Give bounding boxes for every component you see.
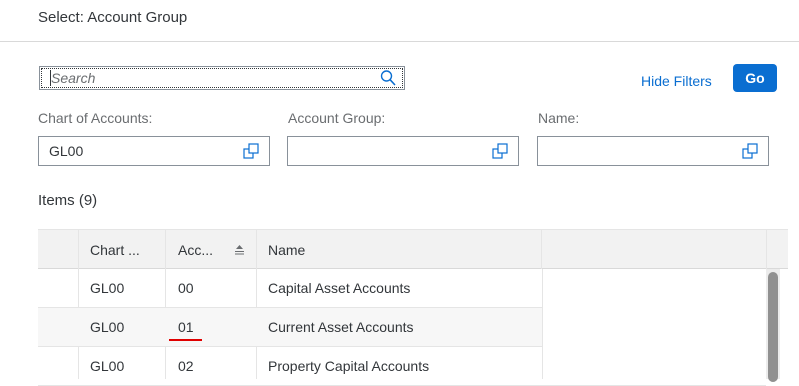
dialog-header: Select: Account Group [0,0,799,42]
account-group-field[interactable] [287,136,519,166]
cell-chart: GL00 [90,319,125,335]
filter-label-name: Name: [538,110,580,126]
filter-label-account-group: Account Group: [288,110,386,126]
items-count-title: Items (9) [38,192,98,209]
empty-column-area [542,269,767,379]
items-table: Chart ... Acc... Name GL00 00 Capital As… [38,229,789,386]
name-field[interactable] [537,136,769,166]
cell-account-group: 02 [178,358,194,374]
cell-chart: GL00 [90,358,125,374]
cell-name: Capital Asset Accounts [268,280,411,296]
go-button[interactable]: Go [733,64,777,92]
value-help-icon[interactable] [492,143,508,159]
dialog-title: Select: Account Group [38,9,188,26]
search-icon[interactable] [380,69,396,87]
cell-chart: GL00 [90,280,125,296]
value-help-icon[interactable] [742,143,758,159]
column-header-name[interactable]: Name [268,242,305,258]
cell-name: Current Asset Accounts [268,319,414,335]
column-divider [766,229,767,269]
highlight-underline [169,339,202,341]
column-divider [541,229,542,269]
column-header-chart[interactable]: Chart ... [90,242,140,258]
cell-account-group: 01 [178,319,194,335]
column-header-account-group[interactable]: Acc... [178,242,213,258]
table-header: Chart ... Acc... Name [38,229,788,269]
search-input[interactable] [40,67,381,89]
cell-account-group: 00 [178,280,194,296]
search-field[interactable] [39,66,405,90]
scrollbar-thumb[interactable] [768,272,778,382]
value-help-icon[interactable] [243,143,259,159]
sort-ascending-icon [235,245,244,255]
filter-label-chart-of-accounts: Chart of Accounts: [38,110,153,126]
hide-filters-link[interactable]: Hide Filters [641,73,712,89]
chart-of-accounts-value: GL00 [49,143,84,159]
cell-name: Property Capital Accounts [268,358,430,374]
text-caret [50,70,51,86]
chart-of-accounts-field[interactable]: GL00 [38,136,270,166]
